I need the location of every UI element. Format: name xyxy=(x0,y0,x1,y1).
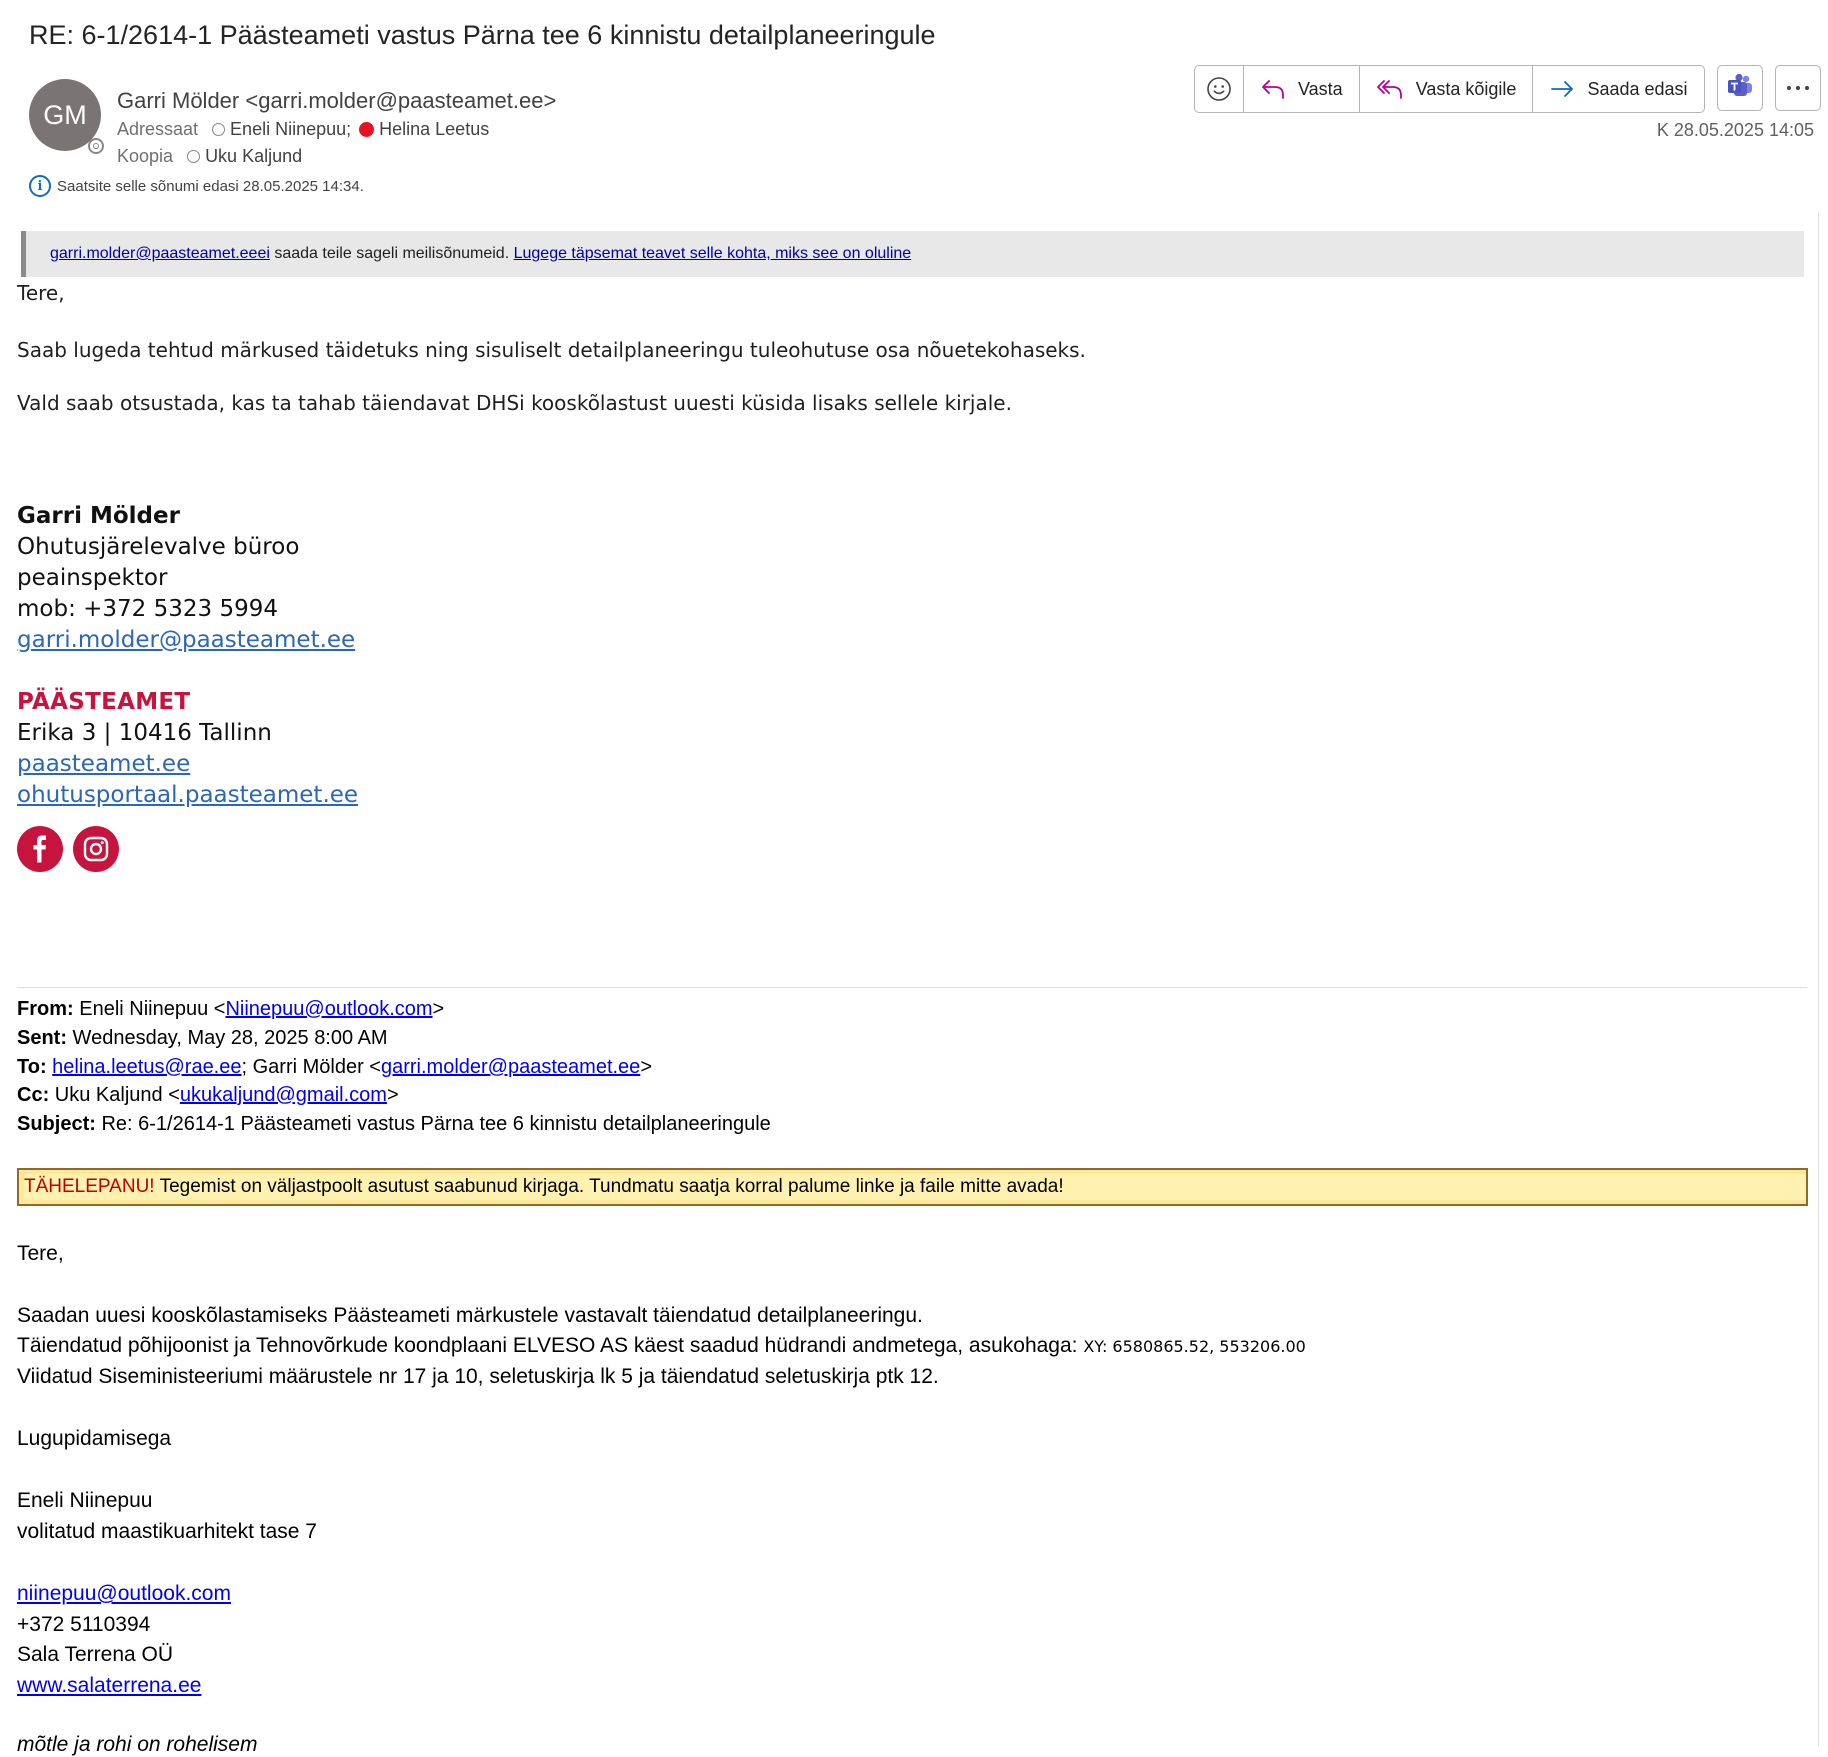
quoted-motto: mõtle ja rohi on rohelisem xyxy=(17,1733,258,1756)
quoted-line-1: Saadan uuesi kooskõlastamiseks Päästeame… xyxy=(17,1304,923,1327)
from-email-link[interactable]: Niinepuu@outlook.com xyxy=(225,998,432,1020)
react-button[interactable] xyxy=(1195,66,1244,112)
external-sender-warning: TÄHELEPANU! Tegemist on väljastpoolt asu… xyxy=(17,1168,1808,1206)
facebook-icon[interactable] xyxy=(17,826,63,872)
forward-button[interactable]: Saada edasi xyxy=(1533,66,1703,112)
scrollbar[interactable] xyxy=(1818,212,1828,1746)
subject-value: Re: 6-1/2614-1 Päästeameti vastus Pärna … xyxy=(95,1113,771,1135)
reply-button[interactable]: Vasta xyxy=(1244,66,1360,112)
warning-label: TÄHELEPANU! xyxy=(24,1176,155,1197)
signature-org: PÄÄSTEAMET xyxy=(17,689,191,715)
signature-dept: Ohutusjärelevalve büroo xyxy=(17,534,300,560)
quoted-to: To: helina.leetus@rae.ee; Garri Mölder <… xyxy=(17,1056,652,1079)
sender-name[interactable]: Garri Mölder <garri.molder@paasteamet.ee… xyxy=(117,88,556,114)
forwarded-info-text: Saatsite selle sõnumi edasi 28.05.2025 1… xyxy=(57,177,364,195)
instagram-icon[interactable] xyxy=(73,826,119,872)
reply-all-icon xyxy=(1376,78,1404,100)
sender-avatar[interactable]: GM xyxy=(29,79,104,154)
from-name: Eneli Niinepuu < xyxy=(73,998,226,1020)
quoted-divider xyxy=(17,987,1807,988)
reply-all-button[interactable]: Vasta kõigile xyxy=(1360,66,1534,112)
more-actions-button[interactable] xyxy=(1774,65,1821,111)
teams-icon xyxy=(1726,73,1754,104)
more-icon xyxy=(1785,79,1811,97)
cc-label: Cc: xyxy=(17,1084,50,1106)
avatar-initials: GM xyxy=(43,99,87,130)
quoted-phone: +372 5110394 xyxy=(17,1613,151,1636)
reply-all-label: Vasta kõigile xyxy=(1415,78,1517,99)
warning-text: Tegemist on väljastpoolt asutust saabunu… xyxy=(159,1176,1064,1197)
to-mid: ; Garri Mölder < xyxy=(241,1056,381,1078)
quoted-email-link: niinepuu@outlook.com xyxy=(17,1582,231,1606)
to-email-link-1[interactable]: helina.leetus@rae.ee xyxy=(52,1056,241,1078)
signature-address: Erika 3 | 10416 Tallinn xyxy=(17,720,272,746)
to-recipients: Adressaat Eneli Niinepuu; Helina Leetus xyxy=(117,119,489,140)
presence-busy-icon xyxy=(359,122,375,137)
banner-text: saada teile sageli meilisõnumeid. xyxy=(269,245,514,262)
teams-share-button[interactable] xyxy=(1716,65,1763,111)
recipient-eneli[interactable]: Eneli Niinepuu; xyxy=(230,119,351,140)
received-date: K 28.05.2025 14:05 xyxy=(1656,120,1814,140)
quoted-sender-title: volitatud maastikuarhitekt tase 7 xyxy=(17,1520,317,1543)
to-email-link-2[interactable]: garri.molder@paasteamet.ee xyxy=(381,1056,640,1078)
reply-icon xyxy=(1260,78,1286,100)
quoted-from: From: Eneli Niinepuu <Niinepuu@outlook.c… xyxy=(17,998,444,1021)
sent-value: Wednesday, May 28, 2025 8:00 AM xyxy=(67,1027,388,1049)
subject-label: Subject: xyxy=(17,1113,96,1135)
banner-learn-more-link[interactable]: Lugege täpsemat teavet selle kohta, miks… xyxy=(514,245,912,263)
quoted-cc: Cc: Uku Kaljund <ukukaljund@gmail.com> xyxy=(17,1084,399,1107)
signature-mobile: mob: +372 5323 5994 xyxy=(17,596,278,622)
from-end: > xyxy=(432,998,445,1020)
to-label: To: xyxy=(17,1056,47,1078)
sent-label: Sent: xyxy=(17,1027,67,1049)
quoted-email-anchor[interactable]: niinepuu@outlook.com xyxy=(17,1582,231,1605)
quoted-sent: Sent: Wednesday, May 28, 2025 8:00 AM xyxy=(17,1027,388,1050)
first-contact-banner: garri.molder@paasteamet.eeei saada teile… xyxy=(21,231,1804,277)
signature-title: peainspektor xyxy=(17,565,168,591)
from-label: From: xyxy=(17,998,74,1020)
quoted-subject: Subject: Re: 6-1/2614-1 Päästeameti vast… xyxy=(17,1113,771,1136)
quoted-company: Sala Terrena OÜ xyxy=(17,1643,174,1666)
cc-label: Koopia xyxy=(117,146,174,166)
forwarded-info: i Saatsite selle sõnumi edasi 28.05.2025… xyxy=(29,175,364,197)
recipient-uku[interactable]: Uku Kaljund xyxy=(205,146,302,167)
cc-email-link[interactable]: ukukaljund@gmail.com xyxy=(180,1084,387,1106)
cc-name: Uku Kaljund < xyxy=(49,1084,180,1106)
banner-sender-link[interactable]: garri.molder@paasteamet.eeei xyxy=(50,245,270,263)
quoted-closing: Lugupidamisega xyxy=(17,1427,172,1450)
forward-icon xyxy=(1549,78,1575,100)
signature-web-link-1[interactable]: paasteamet.ee xyxy=(17,751,190,777)
hydrant-coordinates: XY: 6580865.52, 553206.00 xyxy=(1083,1337,1306,1356)
message-toolbar: Vasta Vasta kõigile Saada edasi xyxy=(1194,65,1821,113)
info-icon: i xyxy=(29,175,51,197)
emoji-icon xyxy=(1206,76,1232,102)
quoted-greeting: Tere, xyxy=(17,1242,64,1265)
to-end: > xyxy=(640,1056,652,1078)
quoted-line-2-text: Täiendatud põhijoonist ja Tehnovõrkude k… xyxy=(17,1334,1084,1357)
cc-end: > xyxy=(386,1084,399,1106)
presence-offline-icon xyxy=(212,123,226,136)
action-button-group: Vasta Vasta kõigile Saada edasi xyxy=(1194,65,1705,113)
forward-label: Saada edasi xyxy=(1587,78,1688,99)
reply-greeting: Tere, xyxy=(17,281,65,305)
reply-paragraph-2: Vald saab otsustada, kas ta tahab täiend… xyxy=(17,391,1012,415)
cc-recipients: Koopia Uku Kaljund xyxy=(117,146,302,167)
quoted-line-2: Täiendatud põhijoonist ja Tehnovõrkude k… xyxy=(17,1334,1306,1358)
quoted-web-anchor[interactable]: www.salaterrena.ee xyxy=(17,1674,201,1697)
quoted-sender-name: Eneli Niinepuu xyxy=(17,1489,153,1512)
presence-offline-icon xyxy=(187,150,201,163)
presence-offline-icon xyxy=(88,138,104,154)
quoted-line-3: Viidatud Siseministeeriumi määrustele nr… xyxy=(17,1365,939,1388)
signature-web-link-2[interactable]: ohutusportaal.paasteamet.ee xyxy=(17,782,358,808)
reply-paragraph-1: Saab lugeda tehtud märkused täidetuks ni… xyxy=(17,338,1086,362)
signature-name: Garri Mölder xyxy=(17,503,180,529)
signature-email-link[interactable]: garri.molder@paasteamet.ee xyxy=(17,627,355,653)
recipient-helina[interactable]: Helina Leetus xyxy=(379,119,489,140)
quoted-web-link: www.salaterrena.ee xyxy=(17,1674,201,1698)
reply-label: Vasta xyxy=(1298,78,1343,99)
to-label: Adressaat xyxy=(117,119,199,139)
email-subject: RE: 6-1/2614-1 Päästeameti vastus Pärna … xyxy=(29,20,936,50)
